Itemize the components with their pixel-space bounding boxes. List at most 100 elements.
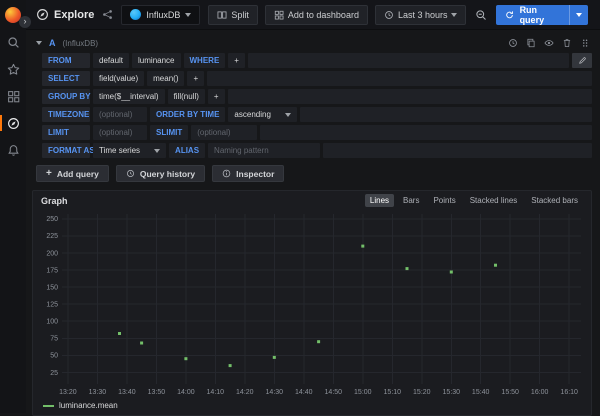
from-label: FROM xyxy=(42,53,90,68)
svg-text:15:10: 15:10 xyxy=(384,389,402,396)
query-actions: + Add query Query history Inspector xyxy=(36,165,592,182)
sidebar: › xyxy=(0,0,26,413)
query-history-button[interactable]: Query history xyxy=(116,165,205,182)
run-query-dropdown[interactable] xyxy=(569,5,588,25)
order-by-time-value: ascending xyxy=(234,110,270,119)
hide-icon[interactable] xyxy=(544,38,554,48)
trash-icon[interactable] xyxy=(562,38,572,48)
influx-query-editor: FROM default luminance WHERE + SELECT fi… xyxy=(42,53,592,158)
inspector-icon xyxy=(222,169,231,178)
inspector-label: Inspector xyxy=(236,169,274,179)
time-range-picker[interactable]: Last 3 hours xyxy=(375,5,467,25)
copy-icon[interactable] xyxy=(526,38,536,48)
slimit-input[interactable] xyxy=(197,128,251,137)
svg-text:14:20: 14:20 xyxy=(236,389,254,396)
group-by-label: GROUP BY xyxy=(42,89,90,104)
tab-points[interactable]: Points xyxy=(428,194,460,207)
select-add-segment[interactable]: + xyxy=(187,71,204,86)
group-by-row: GROUP BY time($__interval) fill(null) + xyxy=(42,89,592,104)
query-history-label: Query history xyxy=(140,169,195,179)
graph-mode-tabs: Lines Bars Points Stacked linesStacked bars xyxy=(365,194,583,207)
svg-text:150: 150 xyxy=(46,285,58,292)
sync-icon xyxy=(505,10,514,20)
query-datasource-hint: (InfluxDB) xyxy=(63,39,99,48)
datasource-name: InfluxDB xyxy=(146,10,180,20)
svg-text:13:50: 13:50 xyxy=(148,389,166,396)
from-row-filler xyxy=(248,53,569,68)
topbar: Explore InfluxDB Split Add to dashboard xyxy=(26,0,600,30)
explore-icon xyxy=(36,8,49,21)
starred-icon xyxy=(7,63,20,76)
format-as-value: Time series xyxy=(99,146,140,155)
graph-canvas[interactable]: 25507510012515017520022525013:2013:3013:… xyxy=(36,210,588,400)
timezone-input[interactable] xyxy=(99,110,141,119)
add-to-dashboard-button[interactable]: Add to dashboard xyxy=(265,5,368,25)
svg-text:100: 100 xyxy=(46,319,58,326)
where-keyword: WHERE xyxy=(184,53,226,68)
from-policy-segment[interactable]: default xyxy=(93,53,129,68)
tab-bars[interactable]: Bars xyxy=(398,194,424,207)
run-query-button[interactable]: Run query xyxy=(496,5,588,25)
group-by-time-segment[interactable]: time($__interval) xyxy=(93,89,165,104)
search-icon xyxy=(7,36,20,49)
edit-icon xyxy=(578,56,587,65)
limit-label: LIMIT xyxy=(42,125,90,140)
caret-down-icon xyxy=(451,13,457,17)
alerting-icon xyxy=(7,144,20,157)
explore-icon xyxy=(7,117,20,130)
expand-sidebar-icon[interactable]: › xyxy=(19,16,31,28)
alias-input[interactable] xyxy=(214,146,314,155)
svg-text:14:40: 14:40 xyxy=(295,389,313,396)
drag-handle-icon[interactable] xyxy=(580,38,590,48)
format-row-filler xyxy=(323,143,592,158)
limit-input[interactable] xyxy=(99,128,141,137)
share-icon[interactable] xyxy=(102,9,113,20)
legend-swatch xyxy=(43,405,54,407)
order-by-time-select[interactable]: ascending xyxy=(228,107,296,122)
add-to-dashboard-label: Add to dashboard xyxy=(288,10,359,20)
select-field-segment[interactable]: field(value) xyxy=(93,71,144,86)
format-as-select[interactable]: Time series xyxy=(93,143,166,158)
run-query-label: Run query xyxy=(520,5,560,25)
page-title-label: Explore xyxy=(54,9,94,21)
timezone-input-wrap xyxy=(93,107,147,122)
legend-item[interactable]: luminance.mean xyxy=(43,401,118,410)
svg-text:14:00: 14:00 xyxy=(177,389,195,396)
tab-stacked-bars[interactable]: Stacked bars xyxy=(526,194,583,207)
from-measurement-segment[interactable]: luminance xyxy=(132,53,180,68)
where-add-segment[interactable]: + xyxy=(228,53,245,68)
group-by-row-filler xyxy=(228,89,592,104)
order-by-time-label: ORDER BY TIME xyxy=(150,107,225,122)
sidebar-item-dashboards[interactable] xyxy=(0,88,26,104)
svg-text:125: 125 xyxy=(46,302,58,309)
svg-text:25: 25 xyxy=(50,370,58,377)
select-func-segment[interactable]: mean() xyxy=(147,71,184,86)
sidebar-item-search[interactable] xyxy=(0,34,26,50)
group-by-add-segment[interactable]: + xyxy=(208,89,225,104)
split-button[interactable]: Split xyxy=(208,5,258,25)
graph-panel-header: Graph LinesBarsPointsStacked linesStacke… xyxy=(33,191,591,210)
alias-input-wrap xyxy=(208,143,320,158)
inspector-button[interactable]: Inspector xyxy=(212,165,284,182)
dashboards-icon xyxy=(7,90,20,103)
limit-row-filler xyxy=(260,125,592,140)
sidebar-item-alerting[interactable] xyxy=(0,142,26,158)
svg-text:250: 250 xyxy=(46,216,58,223)
edit-query-button[interactable] xyxy=(572,53,592,68)
tab-stacked-lines[interactable]: Stacked lines xyxy=(465,194,523,207)
sidebar-item-starred[interactable] xyxy=(0,61,26,77)
zoom-out-button[interactable] xyxy=(473,9,489,21)
datasource-picker[interactable]: InfluxDB xyxy=(121,5,200,25)
legend-label: luminance.mean xyxy=(59,401,118,410)
svg-text:50: 50 xyxy=(50,353,58,360)
svg-text:13:20: 13:20 xyxy=(59,389,77,396)
slimit-label: SLIMIT xyxy=(150,125,188,140)
add-query-button[interactable]: + Add query xyxy=(36,165,109,182)
group-by-fill-segment[interactable]: fill(null) xyxy=(168,89,205,104)
tab-lines[interactable]: Lines xyxy=(365,194,394,207)
collapse-icon[interactable] xyxy=(36,41,42,45)
history-icon[interactable] xyxy=(508,38,518,48)
sidebar-item-explore[interactable] xyxy=(0,115,26,131)
timezone-row: TIMEZONE ORDER BY TIME ascending xyxy=(42,107,592,122)
svg-text:14:10: 14:10 xyxy=(207,389,225,396)
